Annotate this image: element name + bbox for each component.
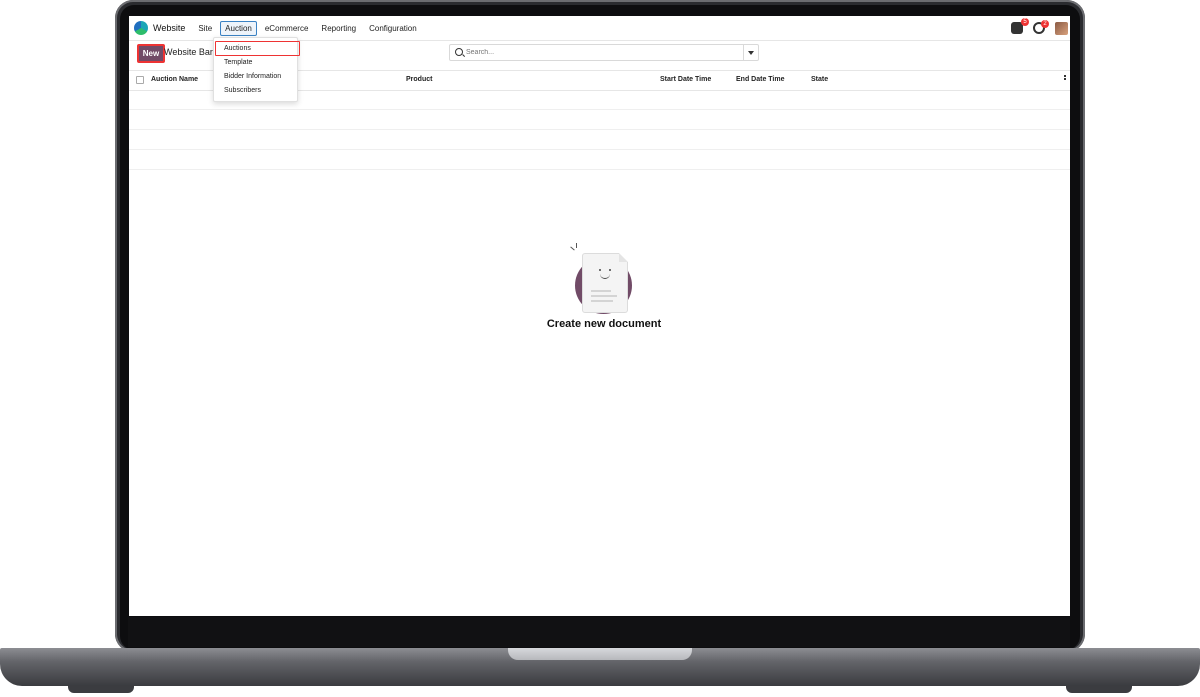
dropdown-item-auctions[interactable]: Auctions xyxy=(215,41,300,56)
search-input[interactable] xyxy=(466,47,736,58)
empty-state-title: Create new document xyxy=(546,318,662,330)
menu-item-configuration[interactable]: Configuration xyxy=(364,21,422,36)
app-logo-icon[interactable] xyxy=(134,21,148,35)
table-row xyxy=(129,110,1070,130)
breadcrumb: Website Bar xyxy=(164,47,213,57)
dropdown-item-template[interactable]: Template xyxy=(224,59,252,66)
activities-icon[interactable]: 2 xyxy=(1033,20,1049,34)
column-end-date-time[interactable]: End Date Time xyxy=(736,76,785,83)
user-avatar[interactable] xyxy=(1055,21,1068,35)
app-screen: Website Site Auction eCommerce Reporting… xyxy=(129,16,1070,616)
systray: 5 2 xyxy=(1011,16,1070,40)
column-start-date-time[interactable]: Start Date Time xyxy=(660,76,711,83)
table-row xyxy=(129,130,1070,150)
main-menu: Site Auction eCommerce Reporting Configu… xyxy=(193,20,424,36)
search-options-toggle[interactable] xyxy=(743,45,758,60)
optional-columns-icon[interactable] xyxy=(1064,75,1068,83)
column-auction-name[interactable]: Auction Name xyxy=(151,76,198,83)
search-box xyxy=(449,44,759,61)
document-icon xyxy=(582,253,628,313)
dropdown-item-bidder-information[interactable]: Bidder Information xyxy=(224,73,281,80)
new-button[interactable]: New xyxy=(137,44,165,63)
dropdown-item-subscribers[interactable]: Subscribers xyxy=(224,87,261,94)
laptop-chin xyxy=(128,617,1070,647)
table-row xyxy=(129,150,1070,170)
laptop-foot xyxy=(1066,686,1132,693)
menu-item-ecommerce[interactable]: eCommerce xyxy=(260,21,314,36)
messages-badge: 5 xyxy=(1021,18,1029,26)
messages-icon[interactable]: 5 xyxy=(1011,18,1029,34)
select-all-checkbox[interactable] xyxy=(136,76,144,84)
empty-state: Create new document xyxy=(524,241,684,341)
activities-badge: 2 xyxy=(1041,20,1049,28)
menu-item-site[interactable]: Site xyxy=(193,21,217,36)
laptop-notch xyxy=(508,648,692,660)
column-product[interactable]: Product xyxy=(406,76,432,83)
menu-item-reporting[interactable]: Reporting xyxy=(316,21,361,36)
menu-item-auction[interactable]: Auction xyxy=(220,20,257,36)
search-icon xyxy=(455,48,463,56)
column-state[interactable]: State xyxy=(811,76,828,83)
sparkle-icon xyxy=(570,243,582,253)
laptop-foot xyxy=(68,686,134,693)
app-name[interactable]: Website xyxy=(153,23,185,33)
auction-dropdown-menu: Auctions Template Bidder Information Sub… xyxy=(213,37,300,102)
